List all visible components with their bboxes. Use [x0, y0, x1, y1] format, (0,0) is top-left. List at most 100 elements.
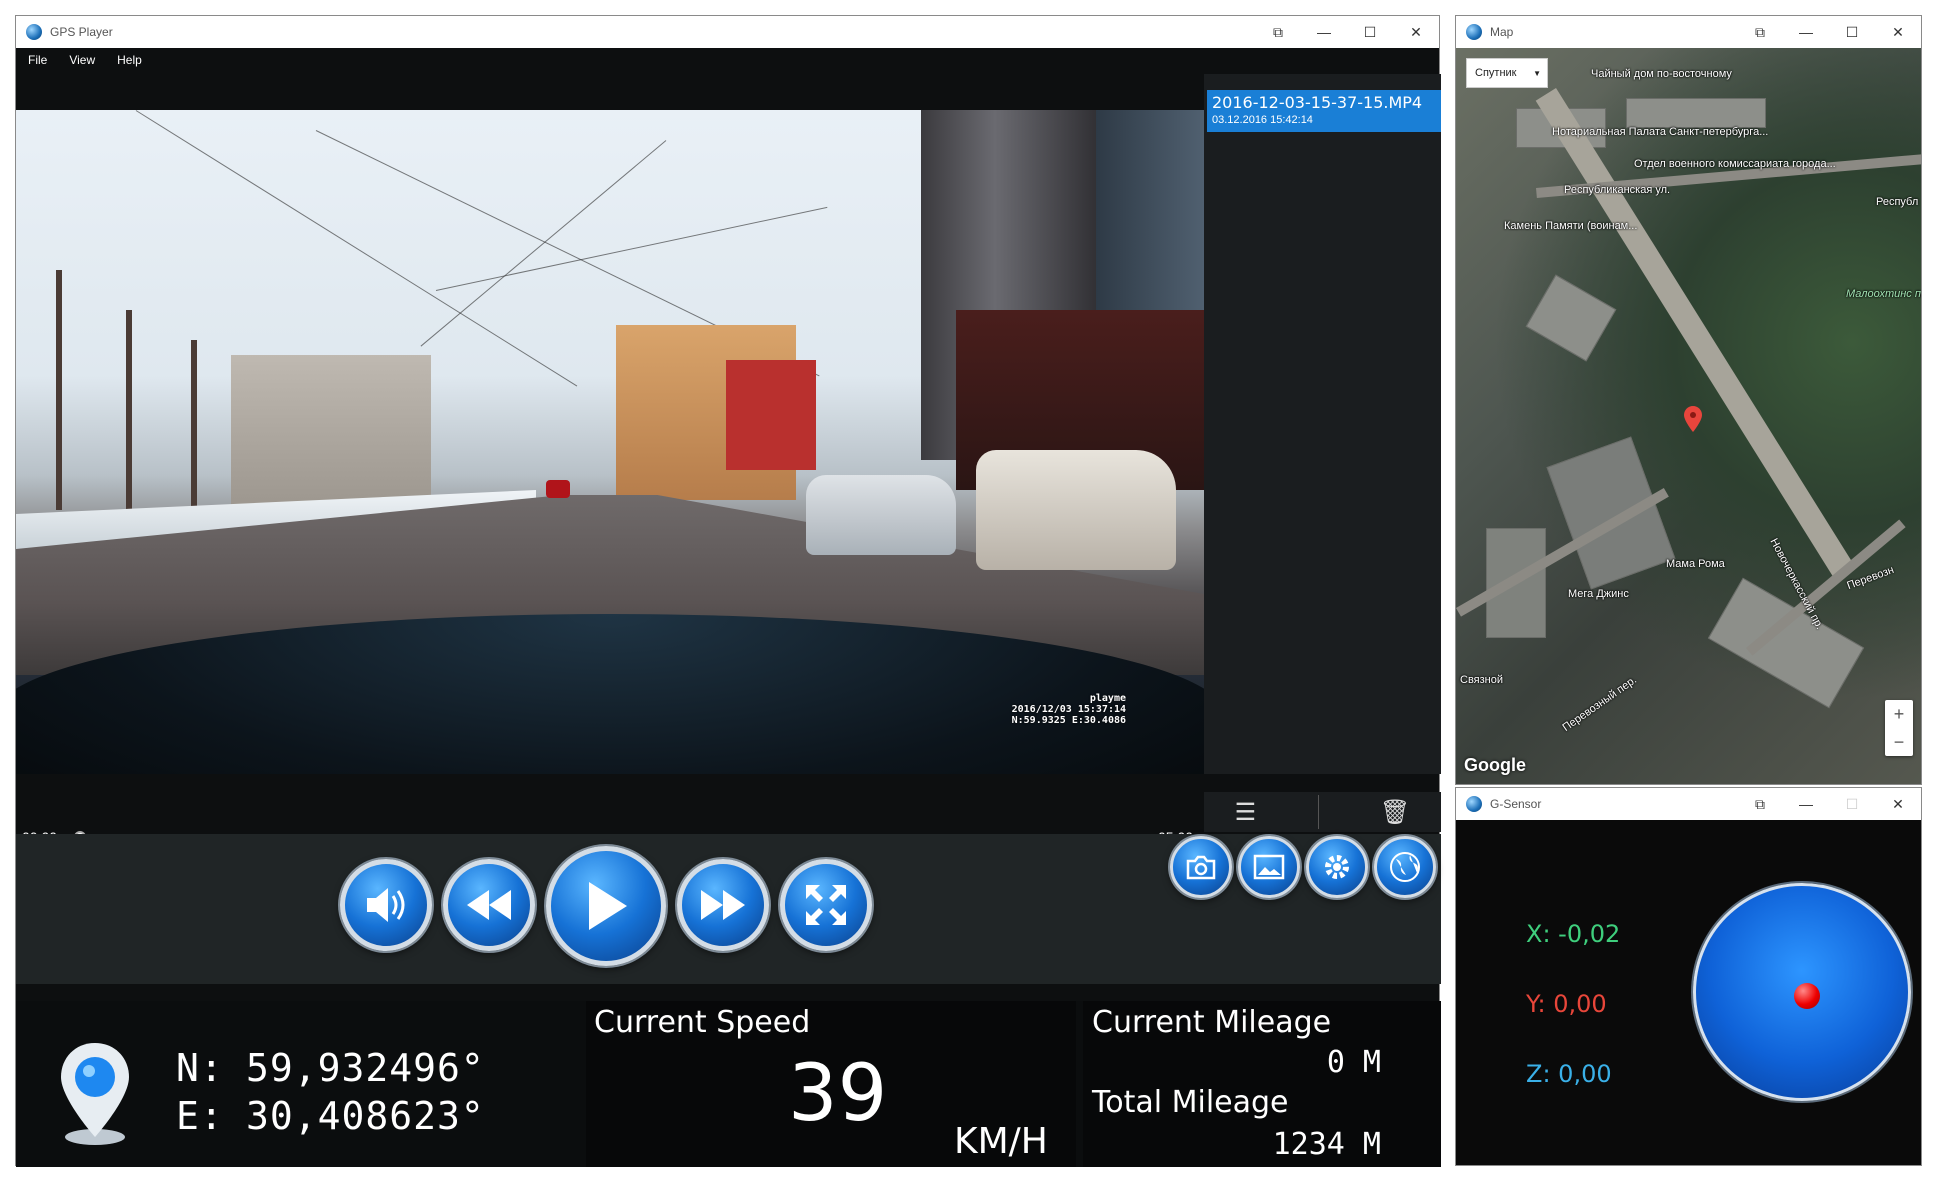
- z-axis-row: Z: 0,00: [1526, 1060, 1612, 1088]
- video-frame[interactable]: playme 2016/12/03 15:37:14 N:59.9325 E:3…: [16, 110, 1204, 774]
- settings-button[interactable]: [1306, 836, 1368, 898]
- gsensor-dot: [1794, 983, 1820, 1009]
- pin-icon[interactable]: ⧉: [1737, 24, 1783, 41]
- map-label: Мама Рома: [1666, 558, 1725, 570]
- globe-app-icon: [1466, 24, 1482, 40]
- latitude-value: 59,932496°: [246, 1046, 485, 1090]
- camera-icon: [1186, 855, 1216, 880]
- close-button[interactable]: ✕: [1393, 24, 1439, 41]
- location-pin-icon: [61, 1043, 129, 1145]
- globe-app-icon: [1466, 796, 1482, 812]
- playlist-list-icon[interactable]: ☰: [1235, 798, 1257, 827]
- location-marker-icon: [1684, 406, 1702, 432]
- pin-icon[interactable]: ⧉: [1255, 24, 1301, 41]
- map-label: Связной: [1460, 674, 1504, 686]
- globe-app-icon: [26, 24, 42, 40]
- total-mileage-title: Total Mileage: [1092, 1085, 1289, 1120]
- zoom-control: + −: [1885, 700, 1913, 756]
- y-axis-label: Y:: [1526, 990, 1546, 1018]
- trash-icon[interactable]: 🗑: [1380, 798, 1410, 827]
- map-label: Республ: [1876, 196, 1919, 208]
- volume-button[interactable]: [340, 859, 432, 951]
- overlay-datetime: 2016/12/03 15:37:14: [1011, 704, 1126, 715]
- map-type-select[interactable]: Спутник ▼: [1466, 58, 1548, 88]
- close-button[interactable]: ✕: [1875, 796, 1921, 813]
- close-button[interactable]: ✕: [1875, 24, 1921, 41]
- map-titlebar: Map ⧉ — ☐ ✕: [1456, 16, 1921, 48]
- minimize-button[interactable]: —: [1301, 24, 1347, 40]
- fast-forward-button[interactable]: [677, 859, 769, 951]
- chevron-down-icon: ▼: [1533, 69, 1541, 78]
- minimize-button[interactable]: —: [1783, 796, 1829, 812]
- longitude-value: 30,408623°: [246, 1094, 485, 1138]
- map-label: Камень Памяти (воинам...: [1504, 220, 1638, 232]
- map-view[interactable]: Спутник ▼ Чайный дом по-восточному Нотар…: [1456, 48, 1921, 784]
- y-axis-value: 0,00: [1553, 990, 1607, 1018]
- z-axis-value: 0,00: [1558, 1060, 1612, 1088]
- overlay-coords: N:59.9325 E:30.4086: [1011, 715, 1126, 726]
- menu-help[interactable]: Help: [117, 53, 142, 67]
- playlist-item[interactable]: 2016-12-03-15-37-15.MP4 03.12.2016 15:42…: [1207, 90, 1441, 132]
- globe-icon: [1390, 852, 1420, 882]
- gear-icon: [1325, 855, 1349, 879]
- google-logo: Google: [1464, 755, 1526, 775]
- x-axis-value: -0,02: [1558, 920, 1621, 948]
- minimize-button[interactable]: —: [1783, 24, 1829, 40]
- gsensor-view: X: -0,02 Y: 0,00 Z: 0,00: [1456, 820, 1921, 1165]
- longitude-label: E:: [176, 1094, 224, 1138]
- z-axis-label: Z:: [1526, 1060, 1551, 1088]
- snapshot-button[interactable]: [1170, 836, 1232, 898]
- current-mileage-value: 0 M: [1326, 1045, 1381, 1080]
- map-window-title: Map: [1490, 25, 1514, 39]
- seek-bar-area: 00:00 05:00: [16, 774, 1204, 845]
- zoom-out-button[interactable]: −: [1885, 728, 1913, 756]
- rewind-button[interactable]: [443, 859, 535, 951]
- image-icon: [1253, 854, 1285, 880]
- menu-bar: File View Help: [16, 48, 1439, 72]
- playlist-toolbar: ☰ 🗑: [1204, 792, 1441, 832]
- current-mileage-title: Current Mileage: [1092, 1005, 1332, 1040]
- playlist-panel: 2016-12-03-15-37-15.MP4 03.12.2016 15:42…: [1204, 74, 1441, 810]
- globe-button[interactable]: [1374, 836, 1436, 898]
- map-label: Перевозный пер.: [1560, 674, 1639, 734]
- pin-icon[interactable]: ⧉: [1737, 796, 1783, 813]
- total-mileage-value: 1234 M: [1272, 1127, 1381, 1162]
- maximize-button[interactable]: ☐: [1829, 796, 1875, 813]
- map-label: Нотариальная Палата Санкт-петербурга...: [1552, 126, 1769, 138]
- map-label: Мега Джинс: [1568, 588, 1629, 600]
- fast-forward-icon: [701, 890, 745, 920]
- playlist-item-date: 03.12.2016 15:42:14: [1212, 114, 1313, 126]
- speed-title: Current Speed: [594, 1005, 811, 1040]
- menu-file[interactable]: File: [28, 53, 47, 67]
- map-label: Чайный дом по-восточному: [1591, 68, 1732, 80]
- gallery-button[interactable]: [1238, 836, 1300, 898]
- play-button[interactable]: [546, 846, 666, 966]
- gsensor-titlebar: G-Sensor ⧉ — ☐ ✕: [1456, 788, 1921, 820]
- latitude-label: N:: [176, 1046, 224, 1090]
- playlist-item-filename: 2016-12-03-15-37-15.MP4: [1212, 93, 1423, 112]
- map-window: Map ⧉ — ☐ ✕ Спутник ▼ Чайный дом по-вост…: [1455, 15, 1922, 785]
- playback-controls: [16, 834, 1441, 984]
- maximize-button[interactable]: ☐: [1347, 24, 1393, 41]
- gsensor-window: G-Sensor ⧉ — ☐ ✕ X: -0,02 Y: 0,00 Z: 0,0…: [1455, 787, 1922, 1166]
- zoom-in-button[interactable]: +: [1885, 700, 1913, 728]
- menu-view[interactable]: View: [69, 53, 95, 67]
- map-type-value: Спутник: [1475, 67, 1517, 79]
- latitude-row: N: 59,932496°: [176, 1046, 485, 1090]
- fullscreen-button[interactable]: [780, 859, 872, 951]
- gsensor-window-title: G-Sensor: [1490, 797, 1542, 811]
- map-label: Республиканская ул.: [1564, 184, 1671, 196]
- speed-value: 39: [788, 1049, 888, 1139]
- play-icon: [589, 882, 627, 930]
- speaker-icon: [367, 888, 405, 922]
- fullscreen-icon: [806, 885, 846, 925]
- gps-player-window: GPS Player ⧉ — ☐ ✕ File View Help playme…: [15, 15, 1441, 1167]
- map-label: Отдел военного комиссариата города...: [1634, 158, 1836, 170]
- x-axis-row: X: -0,02: [1526, 920, 1620, 948]
- overlay-brand: playme: [1089, 693, 1126, 704]
- speed-unit: KM/H: [954, 1121, 1048, 1162]
- map-label: Малоохтинс парк: [1846, 288, 1921, 300]
- y-axis-row: Y: 0,00: [1526, 990, 1607, 1018]
- window-title: GPS Player: [50, 25, 113, 39]
- maximize-button[interactable]: ☐: [1829, 24, 1875, 41]
